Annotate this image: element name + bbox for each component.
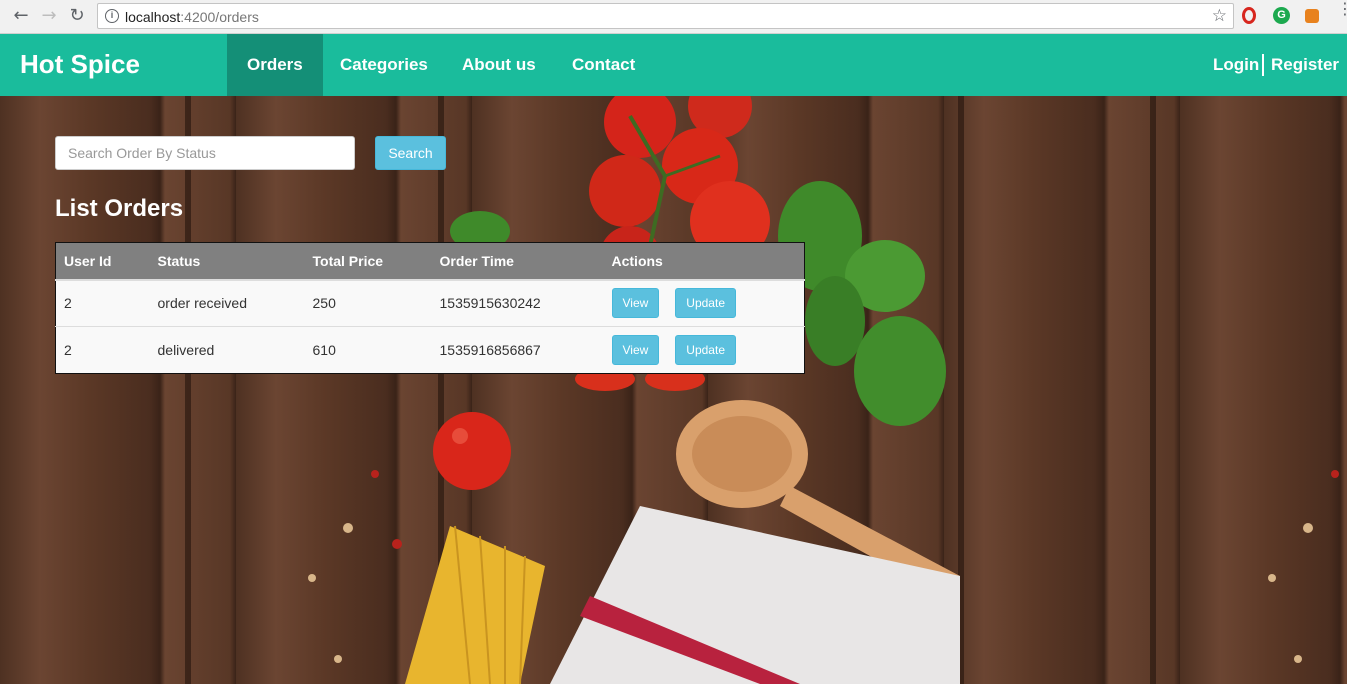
- cell-user-id: 2: [55, 326, 150, 374]
- opera-extension-icon[interactable]: [1242, 7, 1256, 24]
- background-image: [0, 96, 1347, 684]
- header-actions: Actions: [603, 242, 805, 281]
- table-row: 2 delivered 610 1535916856867 View Update: [55, 326, 805, 374]
- nav-categories[interactable]: Categories: [320, 34, 448, 96]
- cell-actions: View Update: [603, 279, 805, 327]
- register-link[interactable]: Register: [1271, 34, 1339, 96]
- url-text: localhost:4200/orders: [125, 9, 259, 25]
- food-illustration: [308, 96, 1339, 684]
- address-bar[interactable]: i localhost:4200/orders ☆: [97, 3, 1234, 29]
- cell-status: delivered: [149, 326, 305, 374]
- view-button[interactable]: View: [611, 335, 660, 365]
- search-button[interactable]: Search: [375, 136, 446, 170]
- update-button[interactable]: Update: [675, 288, 736, 319]
- cell-order-time: 1535916856867: [431, 326, 604, 374]
- browser-toolbar: ← → ↻ i localhost:4200/orders ☆ G ⋮: [0, 0, 1347, 34]
- update-button[interactable]: Update: [675, 335, 736, 365]
- fox-extension-icon[interactable]: [1305, 9, 1319, 23]
- brand-logo[interactable]: Hot Spice: [20, 49, 140, 80]
- forward-arrow-icon[interactable]: →: [38, 5, 60, 27]
- cell-actions: View Update: [603, 326, 805, 374]
- browser-menu-icon[interactable]: ⋮: [1337, 2, 1347, 18]
- nav-contact[interactable]: Contact: [552, 34, 655, 96]
- bookmark-star-icon[interactable]: ☆: [1212, 6, 1227, 26]
- orders-table: User Id Status Total Price Order Time Ac…: [55, 242, 805, 374]
- site-navbar: Hot Spice Orders Categories About us Con…: [0, 34, 1347, 96]
- back-arrow-icon[interactable]: ←: [10, 5, 32, 27]
- cell-order-time: 1535915630242: [431, 279, 604, 327]
- header-status: Status: [149, 242, 305, 281]
- table-header-row: User Id Status Total Price Order Time Ac…: [55, 242, 805, 281]
- url-host: localhost: [125, 9, 181, 25]
- info-icon[interactable]: i: [105, 9, 119, 23]
- search-order-input[interactable]: [55, 136, 355, 170]
- cell-status: order received: [149, 279, 305, 327]
- header-order-time: Order Time: [431, 242, 604, 281]
- nav-orders[interactable]: Orders: [227, 34, 323, 96]
- auth-divider: [1262, 54, 1264, 76]
- page-title: List Orders: [55, 195, 184, 222]
- view-button[interactable]: View: [611, 288, 660, 319]
- reload-icon[interactable]: ↻: [66, 5, 88, 27]
- header-total-price: Total Price: [304, 242, 432, 281]
- cell-total-price: 610: [304, 326, 432, 374]
- url-path: :4200/orders: [180, 9, 259, 25]
- table-row: 2 order received 250 1535915630242 View U…: [55, 279, 805, 327]
- cell-user-id: 2: [55, 279, 150, 327]
- grammarly-extension-icon[interactable]: G: [1273, 7, 1290, 24]
- nav-about-us[interactable]: About us: [442, 34, 556, 96]
- cell-total-price: 250: [304, 279, 432, 327]
- header-user-id: User Id: [55, 242, 150, 281]
- login-link[interactable]: Login: [1213, 34, 1259, 96]
